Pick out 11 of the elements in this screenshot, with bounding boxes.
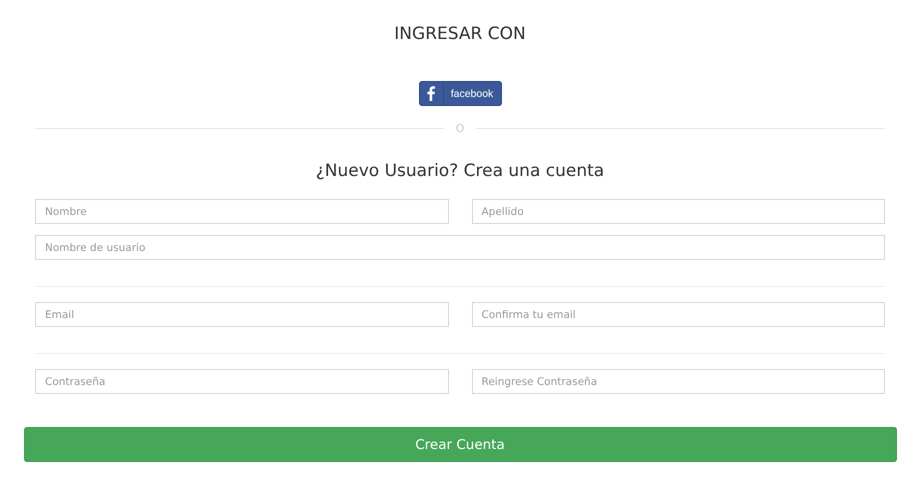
input-field[interactable]: Nombre	[35, 199, 448, 224]
facebook-logo-icon	[427, 86, 435, 101]
page-title: INGRESAR CON	[394, 23, 526, 46]
section-heading: ¿Nuevo Usuario? Crea una cuenta	[316, 161, 604, 181]
input-field[interactable]: Contraseña	[35, 369, 448, 394]
facebook-button[interactable]: facebook	[418, 81, 502, 106]
input-field[interactable]: Nombre de usuario	[35, 235, 885, 260]
input-field[interactable]: Reingrese Contraseña	[472, 369, 885, 394]
input-field[interactable]: Apellido	[472, 199, 885, 224]
input-field[interactable]: Confirma tu email	[472, 302, 885, 327]
input-field[interactable]: Email	[35, 302, 448, 327]
